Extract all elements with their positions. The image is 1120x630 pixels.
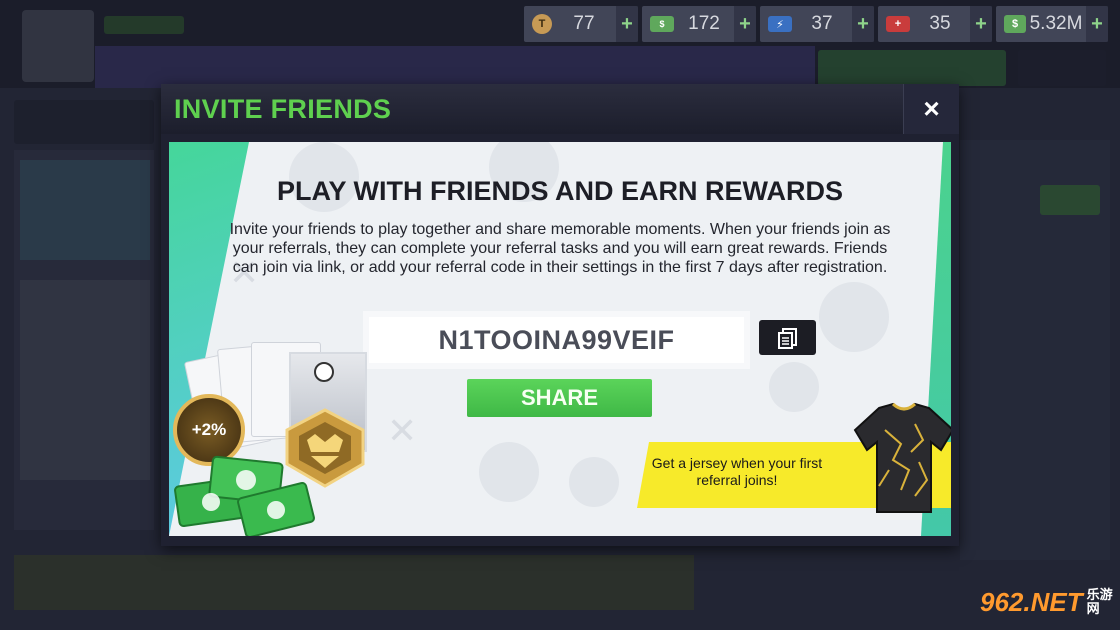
cash-stack-icon	[174, 455, 315, 536]
watermark-subtitle: 乐游网	[1086, 587, 1113, 616]
currency-token: T 77 +	[524, 6, 638, 42]
currency-money: $ 5.32M +	[996, 6, 1108, 42]
currency-cash: $ 172 +	[642, 6, 756, 42]
currency-value: 37	[811, 13, 833, 34]
jersey-reward-text: Get a jersey when your first referral jo…	[651, 455, 823, 488]
copy-icon	[777, 327, 797, 349]
modal-body: ✕ ✕ PLAY WITH FRIENDS AND EARN REWARDS I…	[169, 142, 951, 536]
token-coin-icon: T	[532, 14, 552, 34]
energy-bolt-icon: ⚡	[768, 16, 792, 32]
currency-value: 172	[688, 13, 720, 34]
currency-value: 77	[573, 13, 595, 34]
decorative-avatar-circle	[479, 442, 539, 502]
decorative-avatar-circle	[569, 457, 619, 507]
add-money-button[interactable]: +	[1086, 6, 1108, 42]
decorative-cross-icon: ✕	[387, 410, 418, 451]
decorative-avatar-circle	[819, 282, 889, 352]
jersey-icon	[853, 402, 951, 513]
headline: PLAY WITH FRIENDS AND EARN REWARDS	[276, 176, 844, 206]
add-energy-button[interactable]: +	[852, 6, 874, 42]
add-cash-button[interactable]: +	[734, 6, 756, 42]
share-button[interactable]: SHARE	[467, 379, 652, 417]
copy-code-button[interactable]	[759, 320, 816, 355]
money-bill-icon: $	[1004, 15, 1026, 33]
currency-medic: + 35 +	[878, 6, 992, 42]
currency-value: 35	[929, 13, 951, 34]
cash-note-icon: $	[650, 16, 674, 32]
description-text: Invite your friends to play together and…	[229, 221, 891, 276]
medic-kit-icon: +	[886, 16, 910, 32]
invite-friends-modal: INVITE FRIENDS × ✕ ✕ PLAY WITH FRIENDS A…	[161, 84, 959, 546]
referral-code-field[interactable]: N1TOOINA99VEIF	[369, 317, 744, 363]
modal-title: INVITE FRIENDS	[174, 94, 392, 124]
currency-bar: T 77 + $ 172 + ⚡ 37 + + 35 + $ 5.32M +	[524, 6, 1108, 42]
currency-value: 5.32M	[1029, 13, 1083, 34]
football-icon	[314, 362, 334, 382]
add-token-button[interactable]: +	[616, 6, 638, 42]
watermark-logo: 962.NET	[980, 586, 1083, 617]
decorative-avatar-circle	[769, 362, 819, 412]
currency-energy: ⚡ 37 +	[760, 6, 874, 42]
close-button[interactable]: ×	[903, 84, 959, 134]
site-watermark: 962.NET 乐游网	[980, 580, 1114, 624]
add-medic-button[interactable]: +	[970, 6, 992, 42]
modal-header: INVITE FRIENDS ×	[161, 84, 959, 134]
